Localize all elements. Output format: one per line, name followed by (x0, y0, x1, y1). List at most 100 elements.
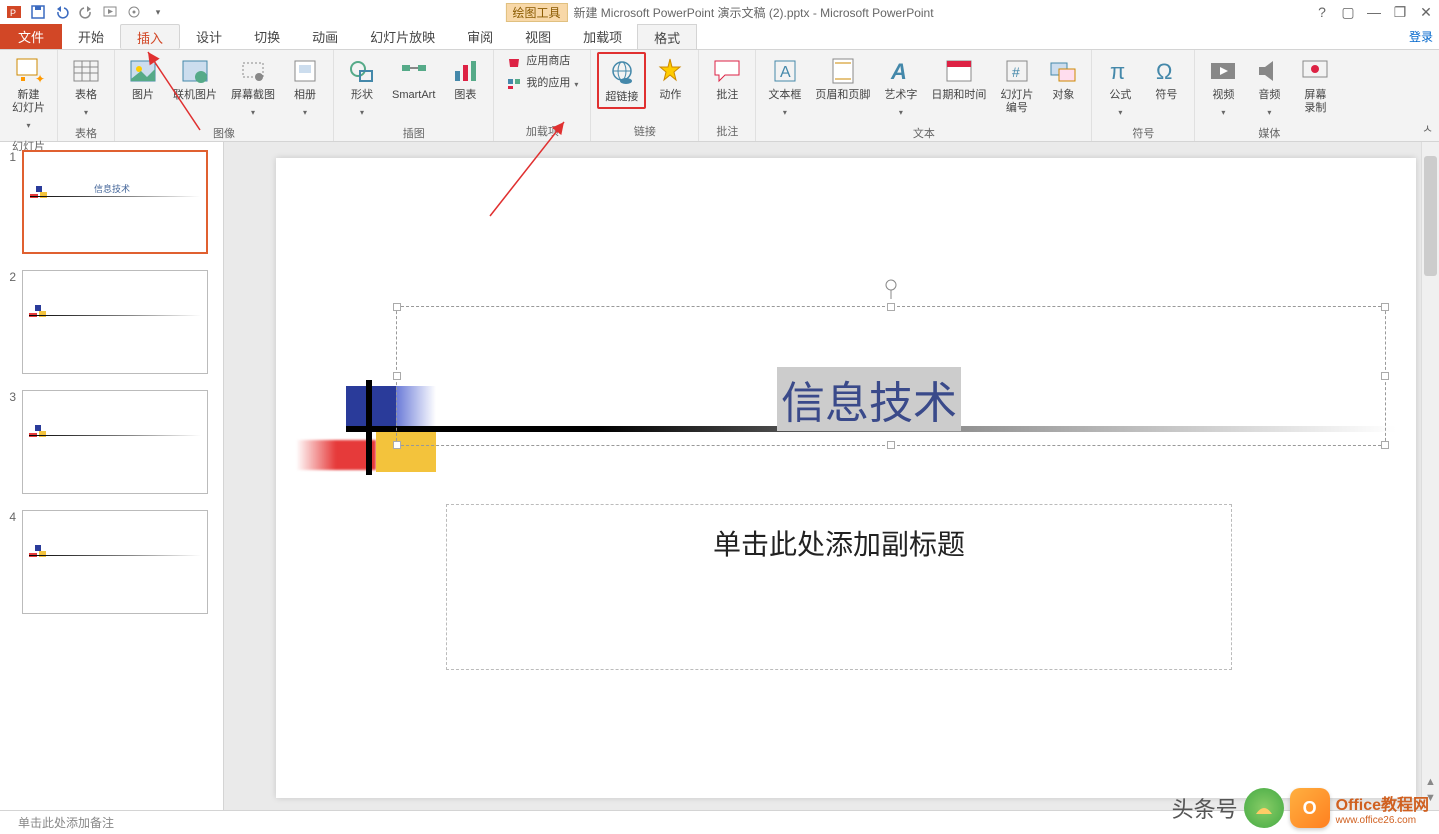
screenshot-button[interactable]: 屏幕截图 (225, 52, 281, 123)
equation-icon: π (1104, 55, 1136, 87)
my-apps-button[interactable]: 我的应用▾ (500, 74, 584, 94)
screen-recording-button[interactable]: 屏幕 录制 (1293, 52, 1337, 118)
slide-thumbnail-1[interactable]: 信息技术 (22, 150, 208, 254)
slide-number-button[interactable]: #幻灯片 编号 (994, 52, 1039, 118)
touch-mode-icon[interactable] (126, 4, 142, 20)
hyperlink-button[interactable]: 超链接 (597, 52, 646, 109)
start-from-beginning-icon[interactable] (102, 4, 118, 20)
chevron-down-icon (899, 102, 903, 120)
screenshot-icon (237, 55, 269, 87)
group-comments: 批注 批注 (699, 50, 756, 141)
slide-canvas[interactable]: 信息技术 单击此处添加副标题 (276, 158, 1416, 798)
comment-icon (711, 55, 743, 87)
smartart-button[interactable]: SmartArt (386, 52, 441, 105)
help-icon[interactable]: ? (1313, 3, 1331, 21)
minimize-icon[interactable]: — (1365, 3, 1383, 21)
object-icon (1047, 55, 1079, 87)
hyperlink-icon (606, 57, 638, 89)
contextual-tab-label: 绘图工具 (505, 3, 567, 22)
slide-thumbnail-4[interactable] (22, 510, 208, 614)
store-button[interactable]: 应用商店 (500, 52, 584, 72)
new-slide-button[interactable]: ✦ 新建 幻灯片 (6, 52, 51, 136)
screenrec-icon (1299, 55, 1331, 87)
tab-view[interactable]: 视图 (509, 24, 567, 49)
action-button[interactable]: 动作 (648, 52, 692, 105)
slide-title-text[interactable]: 信息技术 (777, 367, 961, 431)
tab-format[interactable]: 格式 (637, 24, 697, 49)
rotate-handle-icon[interactable] (883, 279, 899, 304)
audio-button[interactable]: 音频 (1247, 52, 1291, 123)
online-picture-icon (179, 55, 211, 87)
slide-thumbnail-3[interactable] (22, 390, 208, 494)
shapes-button[interactable]: 形状 (340, 52, 384, 123)
tab-addins[interactable]: 加载项 (567, 24, 638, 49)
header-footer-button[interactable]: 页眉和页脚 (809, 52, 876, 105)
work-area: 1 信息技术 2 3 4 (0, 142, 1439, 810)
group-label-media: 媒体 (1258, 123, 1280, 143)
video-icon (1207, 55, 1239, 87)
thumb-number: 1 (4, 150, 16, 254)
subtitle-placeholder[interactable]: 单击此处添加副标题 (446, 504, 1232, 670)
tab-transitions[interactable]: 切换 (238, 24, 296, 49)
wordart-icon: A (885, 55, 917, 87)
ribbon-insert: ✦ 新建 幻灯片 幻灯片 表格 表格 图片 联机图片 屏幕截图 相册 图像 形状 (0, 50, 1439, 142)
tab-review[interactable]: 审阅 (451, 24, 509, 49)
group-label-addins: 加载项 (526, 121, 559, 141)
tab-design[interactable]: 设计 (180, 24, 238, 49)
svg-text:A: A (890, 59, 907, 84)
wordart-button[interactable]: A艺术字 (878, 52, 923, 123)
tab-file[interactable]: 文件 (0, 24, 62, 49)
close-icon[interactable]: ✕ (1417, 3, 1435, 21)
login-link[interactable]: 登录 (1409, 28, 1433, 45)
restore-icon[interactable]: ❐ (1391, 3, 1409, 21)
slide-thumbnail-2[interactable] (22, 270, 208, 374)
thumb-3-wrap: 3 (4, 390, 219, 494)
object-button[interactable]: 对象 (1041, 52, 1085, 105)
table-button[interactable]: 表格 (64, 52, 108, 123)
save-icon[interactable] (30, 4, 46, 20)
prev-slide-icon[interactable]: ▲ (1425, 776, 1436, 788)
symbol-button[interactable]: Ω符号 (1144, 52, 1188, 105)
tab-animations[interactable]: 动画 (296, 24, 354, 49)
app-icon: P (6, 4, 22, 20)
group-label-symbols: 符号 (1132, 123, 1154, 143)
thumb-title: 信息技术 (94, 182, 130, 195)
video-button[interactable]: 视频 (1201, 52, 1245, 123)
slide-number-icon: # (1001, 55, 1033, 87)
watermark-url: www.office26.com (1336, 815, 1429, 826)
picture-button[interactable]: 图片 (121, 52, 165, 105)
group-tables: 表格 表格 (58, 50, 115, 141)
collapse-ribbon-icon[interactable]: ㅅ (1422, 120, 1433, 137)
tab-insert[interactable]: 插入 (120, 24, 180, 49)
thumb-number: 3 (4, 390, 16, 494)
vertical-scrollbar[interactable]: ▲ ▼ (1421, 142, 1439, 810)
chart-button[interactable]: 图表 (443, 52, 487, 105)
comment-button[interactable]: 批注 (705, 52, 749, 105)
chevron-down-icon (1267, 102, 1271, 120)
redo-icon[interactable] (78, 4, 94, 20)
myapps-icon (506, 76, 522, 92)
chevron-down-icon (1221, 102, 1225, 120)
quick-access-toolbar: P ▾ (0, 4, 166, 20)
equation-button[interactable]: π公式 (1098, 52, 1142, 123)
chevron-down-icon (783, 102, 787, 120)
tab-home[interactable]: 开始 (62, 24, 120, 49)
ribbon-display-icon[interactable]: ▢ (1339, 3, 1357, 21)
slide-editor: 信息技术 单击此处添加副标题 ▲ ▼ (224, 142, 1439, 810)
store-icon (506, 54, 522, 70)
photo-album-button[interactable]: 相册 (283, 52, 327, 123)
textbox-button[interactable]: A文本框 (762, 52, 807, 123)
group-slides: ✦ 新建 幻灯片 幻灯片 (0, 50, 58, 141)
online-picture-button[interactable]: 联机图片 (167, 52, 223, 105)
notes-placeholder: 单击此处添加备注 (18, 814, 114, 831)
tab-slideshow[interactable]: 幻灯片放映 (354, 24, 451, 49)
datetime-button[interactable]: 日期和时间 (925, 52, 992, 105)
group-label-links: 链接 (634, 121, 656, 141)
qat-dropdown-icon[interactable]: ▾ (150, 4, 166, 20)
title-placeholder[interactable]: 信息技术 (396, 306, 1386, 446)
undo-icon[interactable] (54, 4, 70, 20)
svg-text:A: A (780, 64, 791, 81)
chevron-down-icon (84, 102, 88, 120)
chevron-down-icon (360, 102, 364, 120)
scrollbar-thumb[interactable] (1424, 156, 1437, 276)
